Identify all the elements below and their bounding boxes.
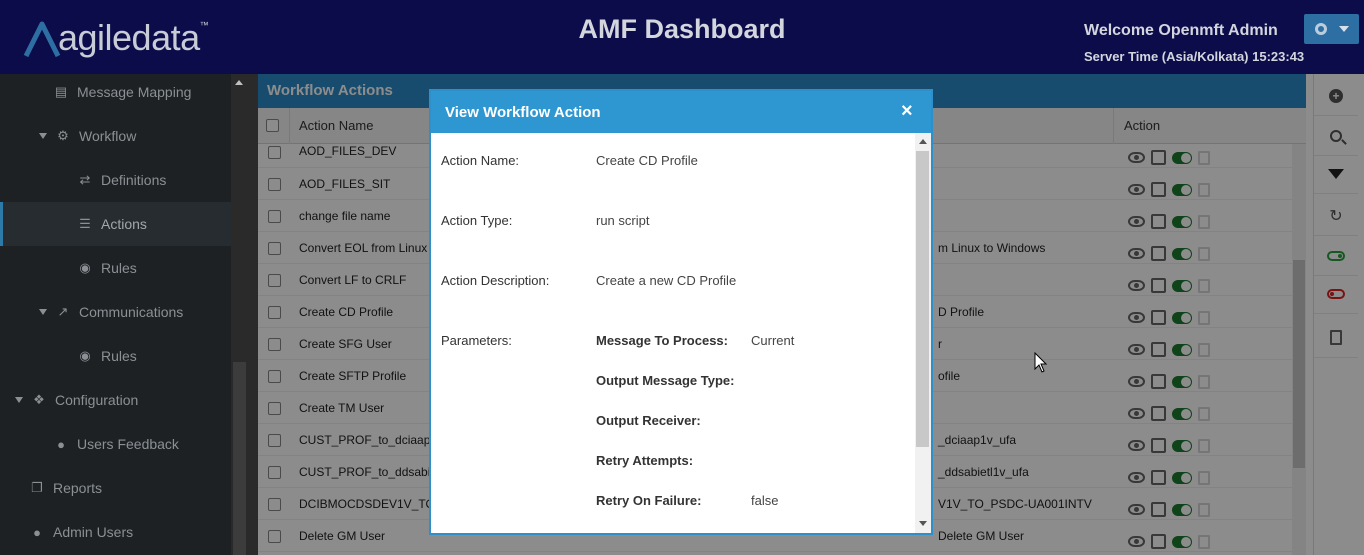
parameters-label: Parameters: <box>441 333 512 348</box>
param-label: Message To Process: <box>596 333 728 348</box>
dialog-body: Action Name: Create CD Profile Action Ty… <box>431 133 915 533</box>
sidebar-item-label: Rules <box>101 260 137 276</box>
document-map-icon: ▤ <box>54 84 68 99</box>
sidebar-item-label: Communications <box>79 304 184 320</box>
sidebar-item-label: Users Feedback <box>77 436 179 452</box>
sidebar-item-definitions[interactable]: ⇄ Definitions <box>0 158 231 202</box>
dialog-title: View Workflow Action <box>445 104 601 121</box>
server-time: Server Time (Asia/Kolkata) 15:23:43 <box>1084 49 1305 64</box>
sidebar-item-actions[interactable]: ☰ Actions <box>0 202 231 246</box>
param-label: Output Receiver: <box>596 413 701 428</box>
caret-down-icon <box>39 309 47 315</box>
action-type-label: Action Type: <box>441 213 513 228</box>
share-icon: ↗ <box>57 304 69 319</box>
action-description-label: Action Description: <box>441 273 550 288</box>
comments-icon: ● <box>57 436 65 452</box>
sidebar-scrollbar-thumb[interactable] <box>233 362 246 555</box>
dialog-header: View Workflow Action × <box>431 91 931 133</box>
welcome-text: Welcome Openmft Admin <box>1084 22 1278 39</box>
sidebar: ▤ Message Mapping ⚙ Workflow ⇄ Definitio… <box>0 74 231 555</box>
param-label: Retry On Failure: <box>596 493 702 508</box>
scroll-down-arrow-icon[interactable] <box>919 521 927 526</box>
caret-down-icon <box>15 397 23 403</box>
sidebar-item-label: Rules <box>101 348 137 364</box>
sidebar-item-configuration[interactable]: ❖ Configuration <box>0 378 231 422</box>
param-label: Retry Attempts: <box>596 453 694 468</box>
sidebar-item-label: Configuration <box>55 392 139 408</box>
app-header: agiledata ™ AMF Dashboard Welcome Openmf… <box>0 0 1364 74</box>
download-circle-icon: ◉ <box>79 348 91 363</box>
sidebar-item-users-feedback[interactable]: ● Users Feedback <box>0 422 231 466</box>
sidebar-item-workflow[interactable]: ⚙ Workflow <box>0 114 231 158</box>
caret-down-icon <box>39 133 47 139</box>
param-value: Current <box>751 333 795 348</box>
sidebar-item-label: Actions <box>101 216 147 232</box>
sidebar-item-label: Definitions <box>101 172 167 188</box>
sidebar-item-label: Admin Users <box>53 524 134 540</box>
action-type-value: run script <box>596 213 650 228</box>
copy-icon: ❐ <box>31 480 43 495</box>
close-icon[interactable]: × <box>901 101 913 121</box>
action-name-value: Create CD Profile <box>596 153 698 168</box>
sidebar-item-communications-rules[interactable]: ◉ Rules <box>0 334 231 378</box>
list-icon: ☰ <box>79 216 91 231</box>
sidebar-item-workflow-rules[interactable]: ◉ Rules <box>0 246 231 290</box>
download-circle-icon: ◉ <box>79 260 91 275</box>
scroll-up-arrow-icon[interactable] <box>919 139 927 144</box>
sidebar-item-admin-users[interactable]: ● Admin Users <box>0 510 231 554</box>
settings-gear-icon <box>1314 23 1327 35</box>
scroll-up-arrow-icon[interactable] <box>235 80 243 85</box>
arrows-icon: ⇄ <box>79 172 91 187</box>
sidebar-item-label: Workflow <box>79 128 137 144</box>
sidebar-item-message-mapping[interactable]: ▤ Message Mapping <box>0 74 231 114</box>
param-label: Output Message Type: <box>596 373 735 388</box>
sidebar-item-label: Reports <box>53 480 103 496</box>
chevron-down-icon <box>1338 26 1349 32</box>
puzzle-icon: ❖ <box>33 392 45 407</box>
action-name-label: Action Name: <box>441 153 520 168</box>
user-menu-button[interactable] <box>1304 14 1359 44</box>
sidebar-item-communications[interactable]: ↗ Communications <box>0 290 231 334</box>
user-icon: ● <box>33 524 41 540</box>
dialog-scrollbar-thumb[interactable] <box>916 151 929 447</box>
gear-icon: ⚙ <box>57 128 69 143</box>
view-workflow-action-dialog: View Workflow Action × Action Name: Crea… <box>429 89 933 535</box>
sidebar-item-label: Message Mapping <box>77 84 192 100</box>
action-description-value: Create a new CD Profile <box>596 273 737 288</box>
sidebar-item-reports[interactable]: ❐ Reports <box>0 466 231 510</box>
param-value: false <box>751 493 779 508</box>
